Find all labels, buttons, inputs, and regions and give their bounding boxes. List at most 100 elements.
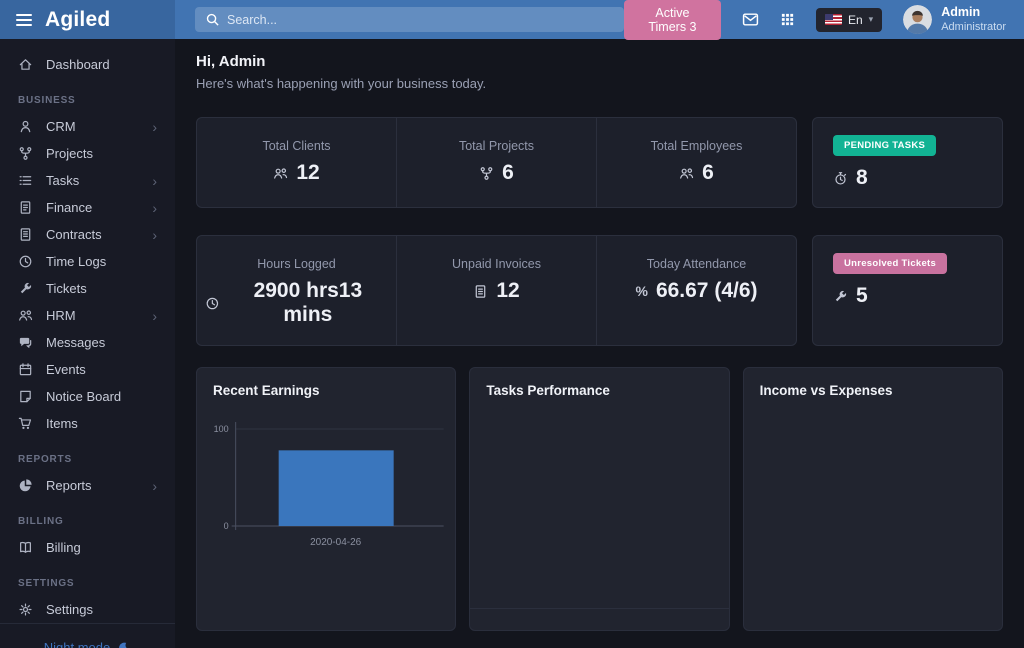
stat-number: 66.67 (4/6)	[656, 279, 758, 303]
tasks-performance-card: Tasks Performance	[469, 367, 729, 631]
app-logo: Agiled	[45, 8, 110, 32]
search-input[interactable]	[195, 7, 624, 32]
sidebar-item-label: Reports	[46, 478, 92, 493]
svg-text:2020-04-26: 2020-04-26	[310, 537, 362, 548]
sidebar-item-tasks[interactable]: Tasks›	[0, 167, 175, 194]
stat-card-unresolved-tickets: Unresolved Tickets 5	[812, 235, 1003, 346]
sidebar-item-finance[interactable]: Finance›	[0, 194, 175, 221]
sidebar-item-crm[interactable]: CRM ›	[0, 113, 175, 140]
sidebar-item-label: Messages	[46, 335, 105, 350]
stat-value: % 66.67 (4/6)	[605, 279, 788, 303]
stat-card-total-clients: Total Clients 12	[197, 118, 396, 207]
sidebar-item-tickets[interactable]: Tickets	[0, 275, 175, 302]
main-content: Hi, Admin Here's what's happening with y…	[175, 39, 1024, 648]
sidebar-section-label: BUSINESS	[0, 78, 175, 113]
percent-icon: %	[635, 283, 647, 299]
clock-icon	[205, 296, 220, 311]
sidebar-item-items[interactable]: Items	[0, 410, 175, 437]
sidebar-item-notice-board[interactable]: Notice Board	[0, 383, 175, 410]
stat-card-unpaid-invoices: Unpaid Invoices12	[396, 236, 596, 345]
wrench-icon	[833, 289, 848, 304]
user-menu[interactable]: Admin Administrator	[903, 5, 1006, 34]
stat-label: Total Employees	[605, 139, 788, 153]
search-box	[195, 7, 624, 32]
hamburger-menu-icon[interactable]	[16, 14, 32, 26]
top-bar: Agiled Active Timers 3 En ▾	[0, 0, 1024, 39]
sidebar-item-messages[interactable]: Messages	[0, 329, 175, 356]
stat-card-group: Total Clients 12 Total Projects 6 Total Empl…	[196, 117, 797, 208]
stat-label: Hours Logged	[205, 257, 388, 271]
svg-text:100: 100	[214, 424, 229, 434]
calendar-icon	[18, 362, 33, 377]
sidebar-item-label: Dashboard	[46, 57, 110, 72]
messages-mail-icon[interactable]	[742, 11, 759, 28]
stat-card-today-attendance: Today Attendance% 66.67 (4/6)	[596, 236, 796, 345]
stat-label: Today Attendance	[605, 257, 788, 271]
stat-value: 2900 hrs13 mins	[205, 279, 388, 327]
night-mode-toggle[interactable]: Night mode	[44, 640, 131, 648]
sidebar-section-label: REPORTS	[0, 437, 175, 472]
status-badge: Unresolved Tickets	[833, 253, 947, 274]
stat-value: 6	[605, 161, 788, 185]
active-timers-button[interactable]: Active Timers 3	[624, 0, 721, 40]
sidebar-section-label: BILLING	[0, 499, 175, 534]
language-selector[interactable]: En ▾	[816, 8, 882, 32]
sidebar-item-label: Contracts	[46, 227, 102, 242]
sidebar-item-time-logs[interactable]: Time Logs	[0, 248, 175, 275]
stat-label: Total Projects	[405, 139, 588, 153]
sidebar-item-events[interactable]: Events	[0, 356, 175, 383]
sidebar-item-billing[interactable]: Billing	[0, 534, 175, 561]
sidebar-item-dashboard[interactable]: Dashboard	[0, 51, 175, 78]
list-icon	[18, 173, 33, 188]
sidebar: DashboardBUSINESSCRM›ProjectsTasks›Finan…	[0, 39, 175, 648]
sidebar-item-label: Tickets	[46, 281, 87, 296]
stat-value: 5	[833, 284, 982, 308]
avatar	[903, 5, 932, 34]
stat-label: Total Clients	[205, 139, 388, 153]
book-icon	[18, 540, 33, 555]
page-subtitle: Here's what's happening with your busine…	[196, 76, 1003, 91]
sidebar-item-projects[interactable]: Projects	[0, 140, 175, 167]
users-icon	[273, 166, 288, 181]
sidebar-item-reports[interactable]: Reports ›	[0, 472, 175, 499]
stat-row-1: Total Clients 12 Total Projects 6 Total Empl…	[196, 117, 1003, 208]
recent-earnings-title: Recent Earnings	[197, 368, 455, 404]
stat-value: 6	[405, 161, 588, 185]
clock-icon	[18, 254, 33, 269]
apps-grid-icon[interactable]	[780, 12, 795, 27]
chevron-right-icon: ›	[152, 479, 157, 493]
svg-text:0: 0	[224, 521, 229, 531]
stat-number: 8	[856, 166, 868, 190]
search-icon	[205, 12, 220, 27]
stat-label: Unpaid Invoices	[405, 257, 588, 271]
sidebar-item-label: CRM	[46, 119, 76, 134]
us-flag-icon	[825, 14, 842, 25]
contract-icon	[18, 227, 33, 242]
chevron-right-icon: ›	[152, 228, 157, 242]
invoice-icon	[473, 284, 488, 299]
brand-area: Agiled	[0, 0, 175, 39]
sidebar-item-contracts[interactable]: Contracts ›	[0, 221, 175, 248]
sidebar-item-label: Tasks	[46, 173, 79, 188]
chevron-down-icon: ▾	[869, 14, 874, 25]
sidebar-footer: Night mode	[0, 623, 175, 648]
recent-earnings-card: Recent Earnings 0 100 2020-04-26	[196, 367, 456, 631]
night-mode-label: Night mode	[44, 640, 110, 648]
home-icon	[18, 57, 33, 72]
sidebar-item-label: HRM	[46, 308, 76, 323]
branch-icon	[18, 146, 33, 161]
sidebar-item-label: Events	[46, 362, 86, 377]
stat-number: 12	[296, 161, 319, 185]
chevron-right-icon: ›	[152, 120, 157, 134]
sidebar-item-label: Billing	[46, 540, 81, 555]
sidebar-item-label: Time Logs	[46, 254, 106, 269]
chevron-right-icon: ›	[152, 201, 157, 215]
stat-card-group: Hours Logged2900 hrs13 minsUnpaid Invoic…	[196, 235, 797, 346]
charts-row: Recent Earnings 0 100 2020-04-26 Tasks Per…	[196, 367, 1003, 631]
tasks-performance-title: Tasks Performance	[470, 368, 728, 404]
sidebar-item-settings[interactable]: Settings	[0, 596, 175, 623]
sidebar-item-hrm[interactable]: HRM›	[0, 302, 175, 329]
users-icon	[18, 308, 33, 323]
stat-card-hours-logged: Hours Logged 2900 hrs13 mins	[197, 236, 396, 345]
comments-icon	[18, 335, 33, 350]
